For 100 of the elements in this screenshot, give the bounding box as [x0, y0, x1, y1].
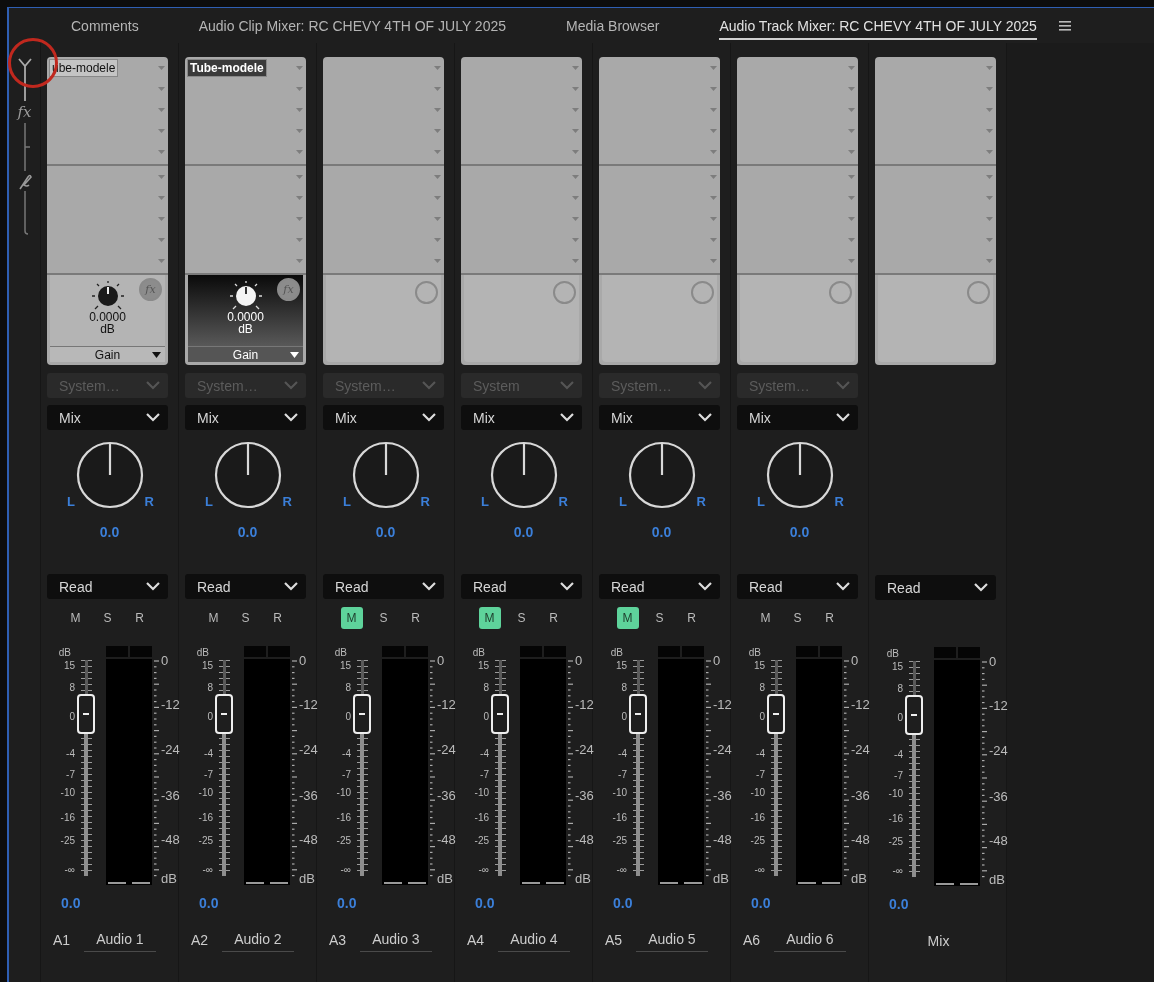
param-dropdown[interactable]: Gain: [50, 346, 165, 362]
channel-toggle[interactable]: R: [404, 607, 427, 629]
effect-slot[interactable]: Tube-modele: [187, 58, 267, 77]
caret-icon: [986, 149, 993, 154]
fader-thumb[interactable]: [353, 694, 371, 734]
channel-toggle[interactable]: R: [266, 607, 289, 629]
channel-toggle[interactable]: S: [786, 607, 809, 629]
pan-knob[interactable]: [74, 440, 145, 510]
caret-icon: [434, 195, 441, 200]
caret-icon: [572, 174, 579, 179]
caret-icon: [152, 351, 161, 358]
meter-scale-label: -48: [713, 833, 732, 846]
meter-scale-label: 0: [851, 654, 859, 667]
pan-mode-dropdown[interactable]: Mix: [323, 405, 444, 430]
channel-toggle[interactable]: S: [96, 607, 119, 629]
panel-tab[interactable]: Comments: [71, 11, 139, 40]
pan-mode-dropdown[interactable]: Mix: [599, 405, 720, 430]
automation-dropdown[interactable]: Read: [875, 575, 996, 600]
automation-dropdown[interactable]: Read: [737, 574, 858, 599]
caret-icon: [572, 149, 579, 154]
channel-toggle[interactable]: M: [64, 607, 87, 629]
fader-thumb[interactable]: [629, 694, 647, 734]
scale-label: -∞: [202, 865, 213, 875]
automation-dropdown[interactable]: Read: [47, 574, 168, 599]
automation-dropdown[interactable]: Read: [461, 574, 582, 599]
fader-thumb[interactable]: [77, 694, 95, 734]
meter-scale-label: dB: [161, 872, 177, 885]
pan-value: 0.0: [789, 524, 810, 540]
scale-label: -7: [204, 770, 213, 780]
meter-scale-label: dB: [851, 872, 867, 885]
pan-knob[interactable]: [212, 440, 283, 510]
meter-scale-label: -24: [713, 743, 732, 756]
meter-scale-label: -36: [575, 789, 594, 802]
caret-icon: [572, 237, 579, 242]
channel-toggle[interactable]: M: [754, 607, 777, 629]
caret-icon: [158, 237, 165, 242]
channel-toggle[interactable]: S: [510, 607, 533, 629]
scale-label: -25: [60, 836, 75, 846]
channel-toggle[interactable]: M: [616, 607, 639, 629]
scale-label: -4: [480, 749, 489, 759]
pan-mode-dropdown[interactable]: Mix: [737, 405, 858, 430]
channel-toggle[interactable]: R: [542, 607, 565, 629]
caret-icon: [710, 174, 717, 179]
channel-toggle[interactable]: R: [128, 607, 151, 629]
channel-toggle[interactable]: M: [340, 607, 363, 629]
send-icon[interactable]: [17, 173, 32, 191]
fader-thumb[interactable]: [767, 694, 785, 734]
scale-label: -4: [618, 749, 627, 759]
pan-knob[interactable]: [488, 440, 559, 510]
menu-icon[interactable]: [1058, 20, 1071, 31]
param-dropdown[interactable]: Gain: [188, 346, 303, 362]
scale-label: -4: [342, 749, 351, 759]
scale-label: 8: [897, 684, 903, 694]
automation-dropdown[interactable]: Read: [599, 574, 720, 599]
volume-value: 0.0: [751, 895, 771, 911]
channel-toggle[interactable]: S: [648, 607, 671, 629]
panel-tab[interactable]: Audio Clip Mixer: RC CHEVY 4TH OF JULY 2025: [198, 11, 507, 40]
scale-label: -4: [204, 749, 213, 759]
pan-mode-dropdown[interactable]: Mix: [185, 405, 306, 430]
pan-mode-dropdown[interactable]: Mix: [47, 405, 168, 430]
track-id: A1: [53, 932, 71, 950]
pan-knob[interactable]: [626, 440, 697, 510]
channel-toggle[interactable]: R: [680, 607, 703, 629]
caret-icon: [986, 237, 993, 242]
fader-thumb[interactable]: [905, 695, 923, 735]
caret-icon: [710, 258, 717, 263]
meter-scale-label: -12: [437, 698, 456, 711]
channel-toggle[interactable]: S: [234, 607, 257, 629]
scale-label: -16: [612, 813, 627, 823]
scale-label: dB: [196, 648, 209, 658]
channel-toggle[interactable]: M: [202, 607, 225, 629]
meter-scale-label: 0: [161, 654, 169, 667]
caret-icon: [434, 237, 441, 242]
panel-tab[interactable]: Audio Track Mixer: RC CHEVY 4TH OF JULY 2025: [719, 11, 1037, 40]
meter-scale-label: 0: [437, 654, 445, 667]
channel-toggle[interactable]: R: [818, 607, 841, 629]
caret-icon: [572, 128, 579, 133]
pan-knob[interactable]: [764, 440, 835, 510]
caret-icon: [710, 86, 717, 91]
effect-knob[interactable]: [227, 279, 264, 311]
panel-tab[interactable]: Media Browser: [566, 11, 660, 40]
automation-dropdown[interactable]: Read: [323, 574, 444, 599]
channel-toggle[interactable]: S: [372, 607, 395, 629]
input-icon[interactable]: [16, 57, 33, 101]
caret-icon: [986, 128, 993, 133]
effect-knob[interactable]: [89, 279, 126, 311]
caret-icon: [572, 107, 579, 112]
automation-dropdown[interactable]: Read: [185, 574, 306, 599]
scale-label: -16: [60, 813, 75, 823]
meter-scale-label: -12: [161, 698, 180, 711]
scale-label: 0: [69, 712, 75, 722]
scale-label: -10: [612, 788, 627, 798]
scale-label: dB: [334, 648, 347, 658]
scale-label: 8: [345, 683, 351, 693]
fader-thumb[interactable]: [491, 694, 509, 734]
fader-thumb[interactable]: [215, 694, 233, 734]
pan-knob[interactable]: [350, 440, 421, 510]
pan-mode-dropdown[interactable]: Mix: [461, 405, 582, 430]
channel-toggle[interactable]: M: [478, 607, 501, 629]
scale-label: -7: [342, 770, 351, 780]
